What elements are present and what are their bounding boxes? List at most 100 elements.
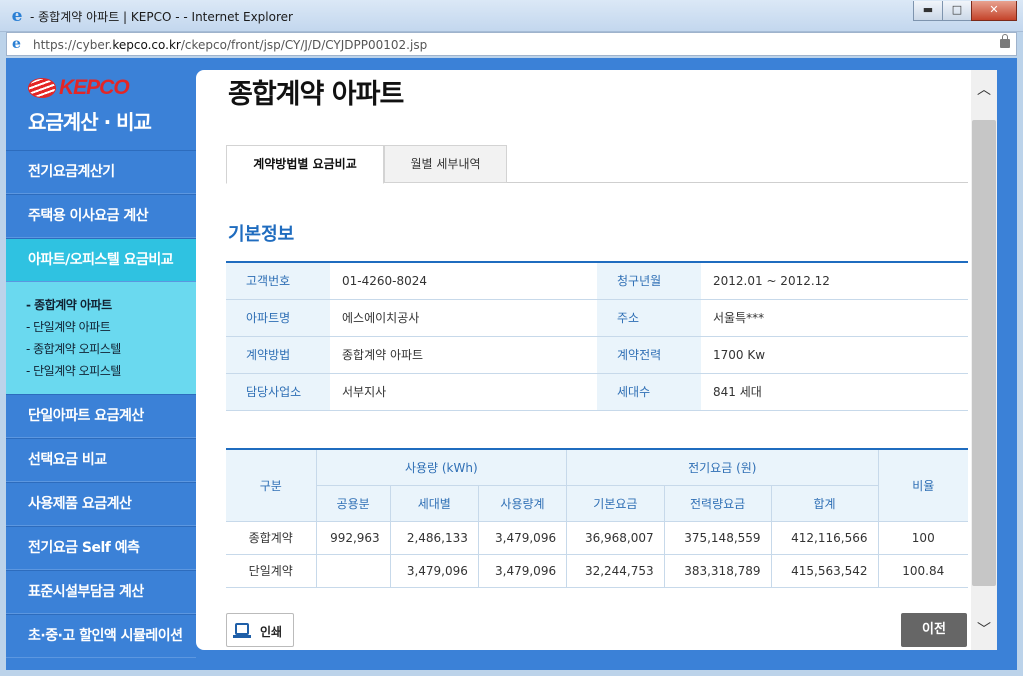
tab-contract-compare[interactable]: 계약방법별 요금비교 bbox=[226, 145, 384, 184]
table-row: 단일계약 3,479,096 3,479,096 32,244,753 383,… bbox=[226, 553, 968, 588]
ie-icon: e bbox=[11, 6, 23, 26]
info-label: 고객번호 bbox=[226, 262, 330, 300]
cell-ratio: 100.84 bbox=[877, 553, 968, 588]
info-label: 아파트명 bbox=[226, 299, 330, 337]
table-row: 아파트명 에스에이치공사 주소 서울특*** bbox=[226, 299, 968, 337]
vertical-scrollbar[interactable]: ︿ ﹀ bbox=[971, 70, 997, 650]
window-title: - 종합계약 아파트 | KEPCO - - Internet Explorer bbox=[30, 10, 293, 24]
tab-monthly-detail[interactable]: 월별 세부내역 bbox=[384, 145, 507, 183]
info-value: 2012.01 ~ 2012.12 bbox=[701, 262, 968, 300]
cell-usage-total: 3,479,096 bbox=[477, 553, 568, 588]
cell-base: 36,968,007 bbox=[566, 520, 665, 555]
kepco-logo-text: KEPCO bbox=[59, 76, 130, 99]
info-label: 담당사업소 bbox=[226, 373, 330, 411]
header-common: 공용분 bbox=[316, 485, 391, 522]
submenu-item-complex-apartment[interactable]: - 종합계약 아파트 bbox=[26, 294, 196, 316]
submenu-item-complex-officetel[interactable]: - 종합계약 오피스텔 bbox=[26, 338, 196, 360]
print-button[interactable]: 인쇄 bbox=[226, 613, 294, 647]
info-label: 주소 bbox=[597, 299, 701, 337]
sidebar-menu: 전기요금계산기 주택용 이사요금 계산 아파트/오피스텔 요금비교 - 종합계약… bbox=[6, 150, 216, 658]
info-value: 01-4260-8024 bbox=[330, 262, 597, 300]
brand: KEPCO 요금계산 · 비교 bbox=[28, 76, 152, 135]
url-path: /ckepco/front/jsp/CY/J/D/CYJDPP00102.jsp bbox=[180, 38, 428, 52]
info-value: 1700 Kw bbox=[701, 336, 968, 374]
sidebar-item-selective-rate[interactable]: 선택요금 비교 bbox=[6, 438, 196, 482]
cell-sum: 415,563,542 bbox=[770, 553, 879, 588]
header-base: 기본요금 bbox=[566, 485, 665, 522]
table-header-row: 구분 사용량 (kWh) 전기요금 (원) 비율 bbox=[226, 449, 968, 522]
info-value: 서부지사 bbox=[330, 373, 597, 411]
kepco-mark-icon bbox=[28, 78, 56, 98]
header-usage-total: 사용량계 bbox=[477, 485, 568, 522]
sidebar: KEPCO 요금계산 · 비교 전기요금계산기 주택용 이사요금 계산 아파트/… bbox=[6, 58, 216, 670]
sidebar-item-appliance-fee[interactable]: 사용제품 요금계산 bbox=[6, 482, 196, 526]
scroll-up-icon[interactable]: ︿ bbox=[971, 70, 997, 110]
info-value: 841 세대 bbox=[701, 373, 968, 411]
page-frame: KEPCO 요금계산 · 비교 전기요금계산기 주택용 이사요금 계산 아파트/… bbox=[6, 58, 1017, 670]
info-label: 계약방법 bbox=[226, 336, 330, 374]
cell-ratio: 100 bbox=[877, 520, 968, 555]
table-header-row: 공용분 세대별 사용량계 기본요금 전력량요금 합계 bbox=[226, 485, 968, 522]
address-url[interactable]: https://cyber.kepco.co.kr/ckepco/front/j… bbox=[33, 38, 427, 52]
sidebar-item-calculator[interactable]: 전기요금계산기 bbox=[6, 150, 196, 194]
table-row: 고객번호 01-4260-8024 청구년월 2012.01 ~ 2012.12 bbox=[226, 262, 968, 300]
cell-common bbox=[315, 553, 391, 588]
tab-bar: 계약방법별 요금비교 월별 세부내역 bbox=[226, 145, 968, 184]
ie-page-icon: e bbox=[12, 36, 21, 52]
header-category: 구분 bbox=[226, 449, 317, 522]
header-charge-group: 전기요금 (원) bbox=[566, 449, 879, 486]
header-household: 세대별 bbox=[389, 485, 479, 522]
table-row: 담당사업소 서부지사 세대수 841 세대 bbox=[226, 373, 968, 411]
comparison-table: 구분 사용량 (kWh) 전기요금 (원) 비율 공용분 세대별 사용량계 기본… bbox=[226, 448, 968, 588]
submenu-item-single-apartment[interactable]: - 단일계약 아파트 bbox=[26, 316, 196, 338]
cell-energy: 383,318,789 bbox=[663, 553, 772, 588]
table-row: 종합계약 992,963 2,486,133 3,479,096 36,968,… bbox=[226, 520, 968, 555]
header-sum: 합계 bbox=[770, 485, 878, 522]
cell-base: 32,244,753 bbox=[566, 553, 665, 588]
page-title: 종합계약 아파트 bbox=[228, 79, 404, 110]
cell-common: 992,963 bbox=[315, 520, 391, 555]
lock-icon bbox=[1000, 34, 1010, 48]
info-value: 종합계약 아파트 bbox=[330, 336, 597, 374]
sidebar-item-apartment-compare[interactable]: 아파트/오피스텔 요금비교 bbox=[6, 238, 216, 283]
window-controls: ▬ □ ✕ bbox=[913, 1, 1017, 21]
url-domain: kepco.co.kr bbox=[112, 38, 181, 52]
header-ratio: 비율 bbox=[877, 449, 968, 522]
sidebar-item-facility-fee[interactable]: 표준시설부담금 계산 bbox=[6, 570, 196, 614]
cell-category: 단일계약 bbox=[226, 553, 317, 588]
scroll-down-icon[interactable]: ﹀ bbox=[971, 610, 997, 650]
sidebar-item-moving-fee[interactable]: 주택용 이사요금 계산 bbox=[6, 194, 196, 238]
cell-usage-total: 3,479,096 bbox=[477, 520, 568, 555]
print-icon bbox=[233, 623, 251, 638]
kepco-logo[interactable]: KEPCO bbox=[28, 76, 151, 100]
window-titlebar: e - 종합계약 아파트 | KEPCO - - Internet Explor… bbox=[0, 0, 1023, 32]
close-button[interactable]: ✕ bbox=[971, 1, 1017, 21]
sidebar-item-self-forecast[interactable]: 전기요금 Self 예측 bbox=[6, 526, 196, 570]
info-value: 에스에이치공사 bbox=[330, 299, 597, 337]
info-label: 청구년월 bbox=[597, 262, 701, 300]
prev-button[interactable]: 이전 bbox=[901, 613, 967, 647]
print-label: 인쇄 bbox=[260, 625, 283, 639]
main-content: 종합계약 아파트 계약방법별 요금비교 월별 세부내역 기본정보 고객번호 01… bbox=[196, 70, 971, 650]
sidebar-submenu: - 종합계약 아파트 - 단일계약 아파트 - 종합계약 오피스텔 - 단일계약… bbox=[6, 282, 196, 394]
info-value: 서울특*** bbox=[701, 299, 968, 337]
info-label: 계약전력 bbox=[597, 336, 701, 374]
header-energy: 전력량요금 bbox=[663, 485, 772, 522]
section-title: 기본정보 bbox=[228, 224, 295, 245]
header-usage-group: 사용량 (kWh) bbox=[315, 449, 568, 486]
info-label: 세대수 bbox=[597, 373, 701, 411]
url-prefix: https://cyber. bbox=[33, 38, 113, 52]
address-bar[interactable]: e https://cyber.kepco.co.kr/ckepco/front… bbox=[6, 32, 1017, 56]
sidebar-item-single-apartment[interactable]: 단일아파트 요금계산 bbox=[6, 394, 196, 438]
maximize-button[interactable]: □ bbox=[942, 1, 972, 21]
cell-household: 2,486,133 bbox=[389, 520, 479, 555]
sidebar-item-school-discount[interactable]: 초·중·고 할인액 시뮬레이션 bbox=[6, 614, 196, 658]
scroll-thumb[interactable] bbox=[972, 120, 996, 586]
brand-subtitle: 요금계산 · 비교 bbox=[28, 110, 152, 134]
cell-category: 종합계약 bbox=[226, 520, 317, 555]
cell-household: 3,479,096 bbox=[389, 553, 479, 588]
info-table: 고객번호 01-4260-8024 청구년월 2012.01 ~ 2012.12… bbox=[226, 261, 968, 411]
minimize-button[interactable]: ▬ bbox=[913, 1, 943, 21]
table-row: 계약방법 종합계약 아파트 계약전력 1700 Kw bbox=[226, 336, 968, 374]
submenu-item-single-officetel[interactable]: - 단일계약 오피스텔 bbox=[26, 360, 196, 382]
